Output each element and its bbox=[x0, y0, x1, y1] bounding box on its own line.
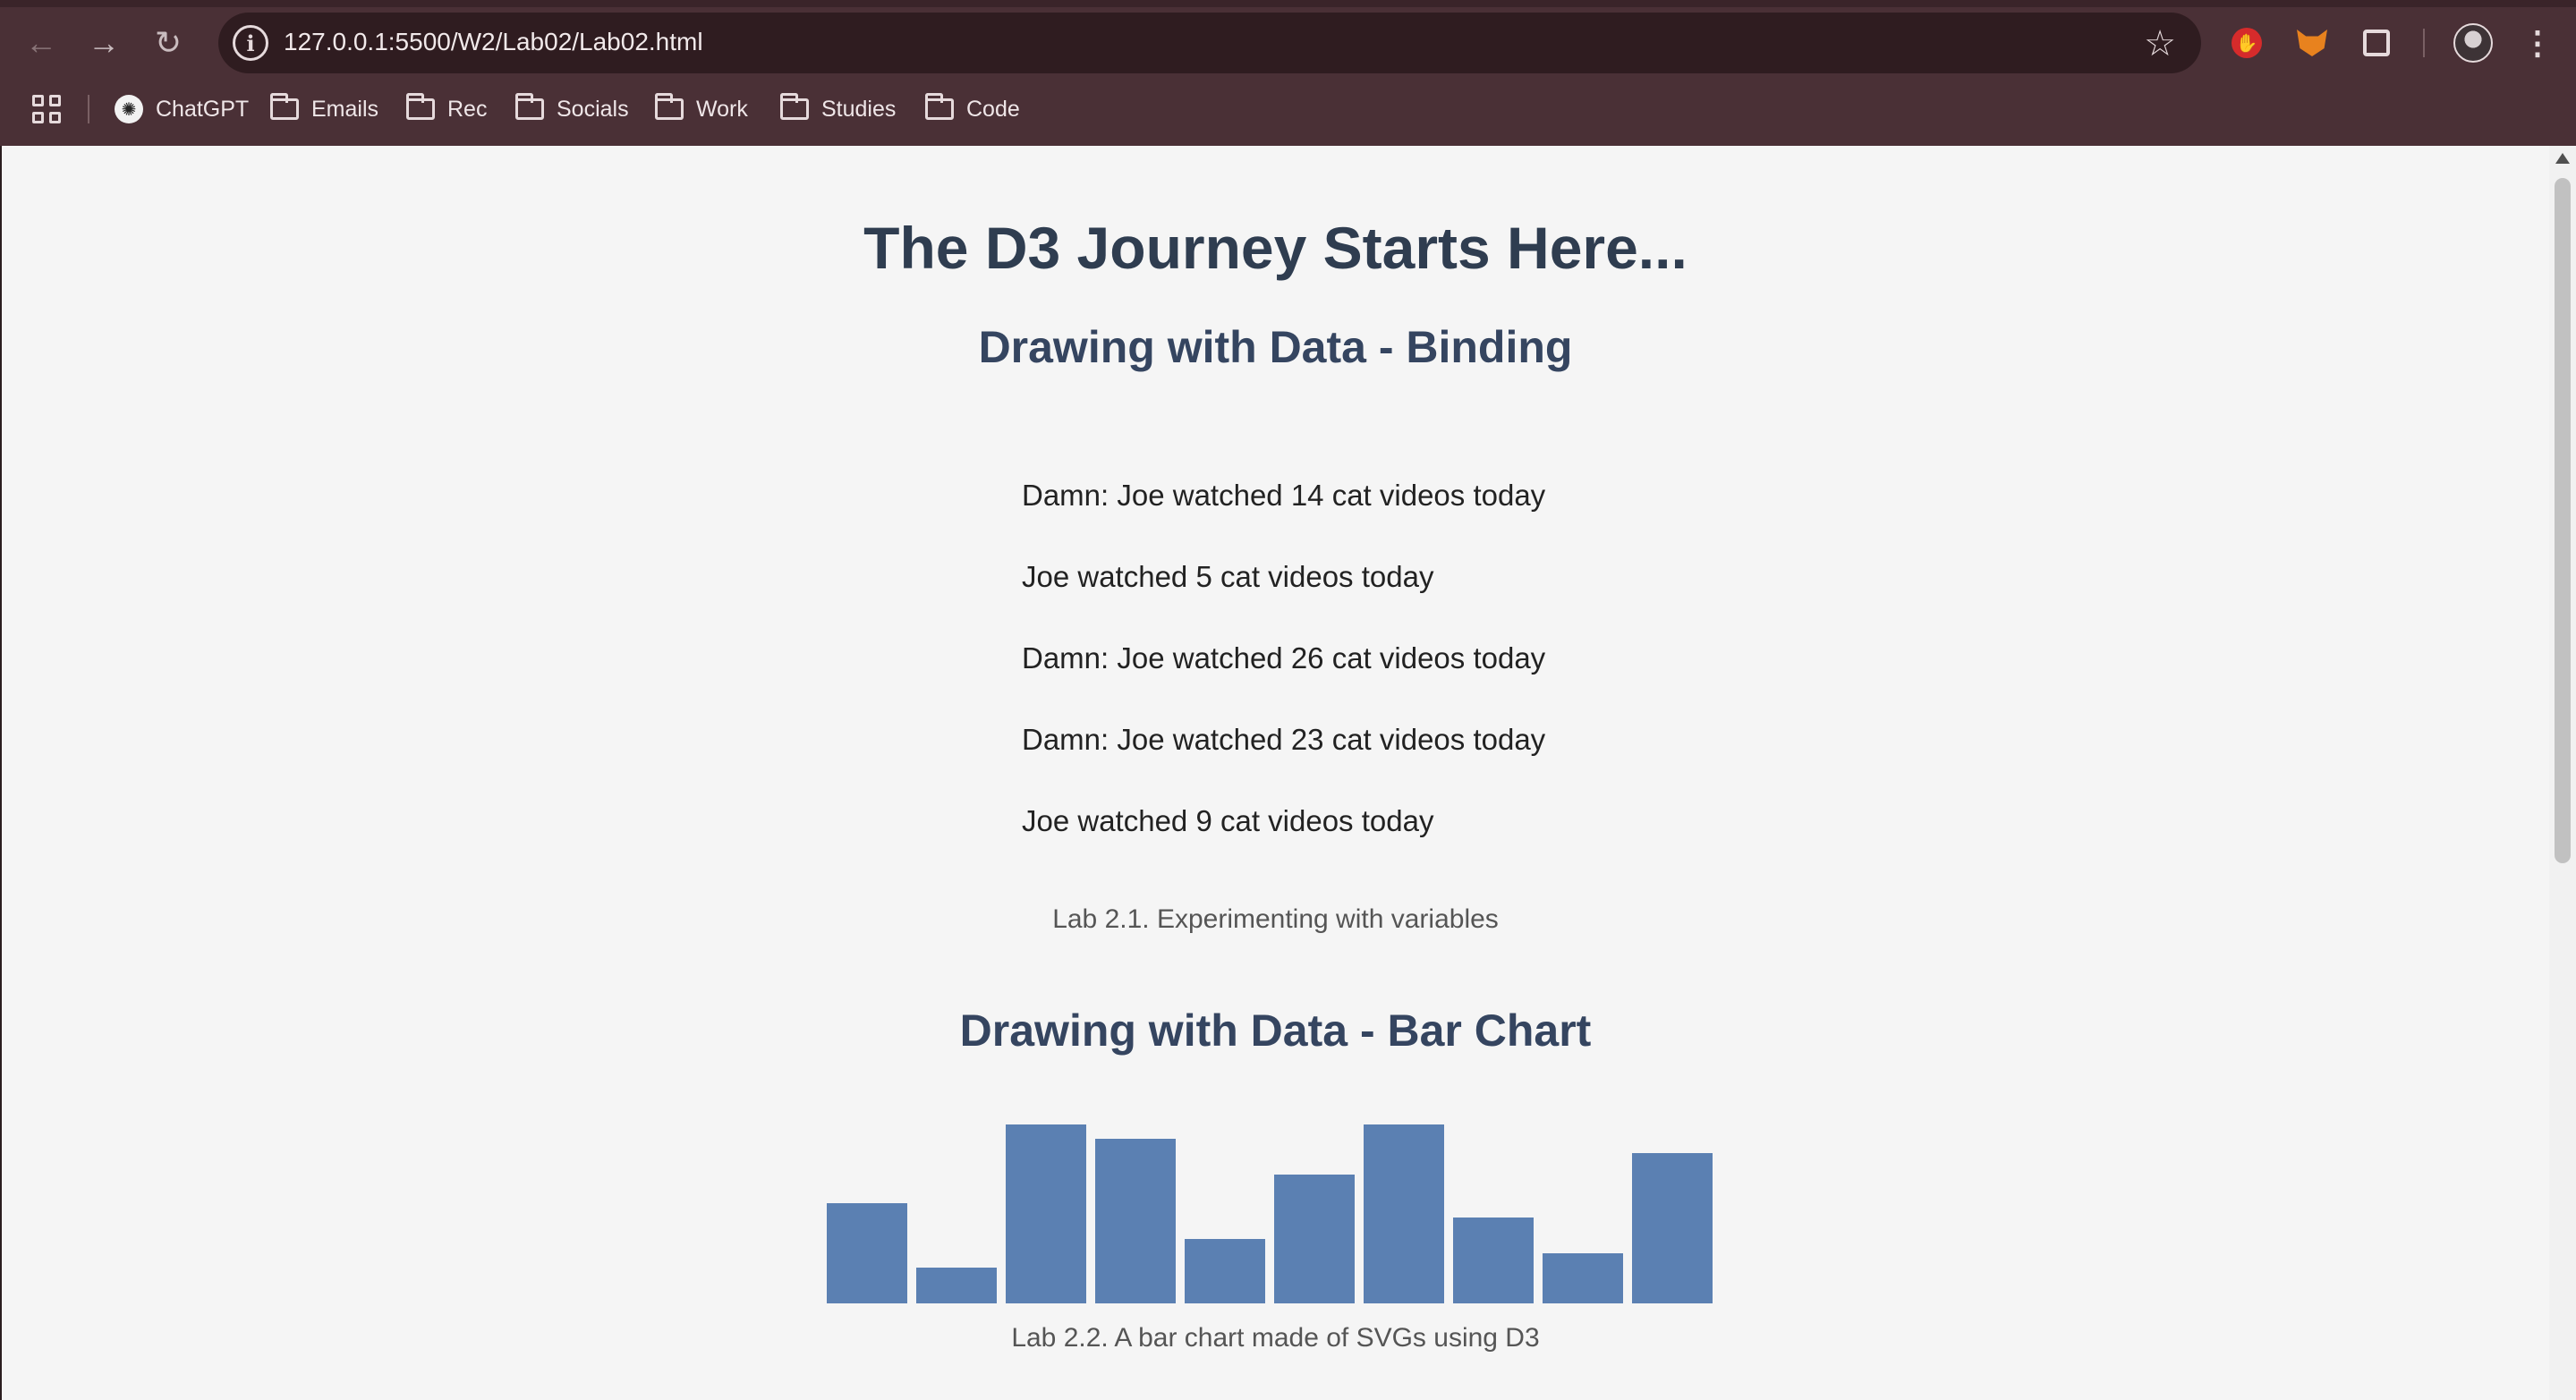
folder-icon bbox=[780, 93, 809, 120]
bar bbox=[916, 1268, 997, 1303]
arrow-left-icon: ← bbox=[25, 24, 57, 61]
bar bbox=[1543, 1253, 1623, 1303]
binding-line: Joe watched 9 cat videos today bbox=[1022, 804, 1434, 837]
bookmarks-divider bbox=[88, 95, 89, 123]
bookmark-label: Rec bbox=[447, 96, 488, 122]
binding-line: Damn: Joe watched 14 cat videos today bbox=[1022, 479, 1546, 512]
arrow-right-icon: → bbox=[88, 24, 120, 61]
bar bbox=[1274, 1175, 1355, 1303]
scrollbar-thumb[interactable] bbox=[2555, 178, 2571, 863]
extensions-button[interactable] bbox=[2353, 20, 2400, 66]
binding-line: Damn: Joe watched 26 cat videos today bbox=[1022, 641, 1546, 675]
fox-icon bbox=[2297, 30, 2327, 56]
bookmark-label: Socials bbox=[557, 96, 629, 122]
binding-output-list: Damn: Joe watched 14 cat videos today Jo… bbox=[1022, 475, 1827, 882]
bar bbox=[1095, 1139, 1176, 1303]
folder-icon bbox=[270, 93, 299, 120]
bar bbox=[1185, 1239, 1265, 1303]
reload-button[interactable]: ↻ bbox=[145, 20, 191, 66]
bookmark-star-icon[interactable]: ☆ bbox=[2144, 23, 2176, 64]
bookmark-folder-code[interactable]: Code bbox=[925, 91, 1020, 127]
bookmark-folder-socials[interactable]: Socials bbox=[515, 91, 629, 127]
browser-menu-button[interactable]: ⋮ bbox=[2520, 20, 2555, 66]
forward-button[interactable]: → bbox=[81, 20, 127, 66]
puzzle-icon bbox=[2363, 30, 2390, 56]
toolbar-divider bbox=[2423, 29, 2425, 57]
bookmark-folder-work[interactable]: Work bbox=[655, 91, 748, 127]
bar-chart-heading: Drawing with Data - Bar Chart bbox=[959, 1005, 1592, 1056]
bookmark-folder-emails[interactable]: Emails bbox=[270, 91, 378, 127]
browser-chrome: ← → ↻ i 127.0.0.1:5500/W2/Lab02/Lab02.ht… bbox=[0, 0, 2576, 146]
bar bbox=[1364, 1124, 1444, 1303]
page-viewport: The D3 Journey Starts Here... Drawing wi… bbox=[2, 146, 2549, 1400]
bookmark-label: Studies bbox=[821, 96, 897, 122]
bar-chart bbox=[827, 1124, 1713, 1303]
back-button[interactable]: ← bbox=[18, 20, 64, 66]
url-text[interactable]: 127.0.0.1:5500/W2/Lab02/Lab02.html bbox=[284, 28, 703, 56]
stop-hand-icon: ✋ bbox=[2232, 28, 2262, 58]
bookmark-label: Code bbox=[966, 96, 1020, 122]
folder-icon bbox=[406, 93, 435, 120]
bookmarks-bar: ✺ ChatGPT Emails Rec Socials Work Studie… bbox=[0, 82, 2576, 136]
page-title: The D3 Journey Starts Here... bbox=[863, 215, 1688, 281]
lab-2-2-caption: Lab 2.2. A bar chart made of SVGs using … bbox=[1011, 1323, 1540, 1353]
scroll-up-icon[interactable] bbox=[2555, 153, 2570, 164]
bookmark-folder-rec[interactable]: Rec bbox=[406, 91, 487, 127]
lab-2-1-caption: Lab 2.1. Experimenting with variables bbox=[1052, 904, 1499, 934]
bookmark-chatgpt[interactable]: ✺ ChatGPT bbox=[115, 91, 249, 127]
binding-line: Joe watched 5 cat videos today bbox=[1022, 560, 1434, 593]
reload-icon: ↻ bbox=[154, 24, 183, 61]
bookmark-label: ChatGPT bbox=[156, 96, 250, 122]
tab-strip bbox=[0, 0, 2576, 7]
bookmark-label: Emails bbox=[311, 96, 379, 122]
binding-line: Damn: Joe watched 23 cat videos today bbox=[1022, 723, 1546, 756]
extension-stop-button[interactable]: ✋ bbox=[2223, 20, 2270, 66]
bookmark-folder-studies[interactable]: Studies bbox=[780, 91, 896, 127]
extension-fox-button[interactable] bbox=[2289, 20, 2335, 66]
bar bbox=[1453, 1218, 1534, 1303]
site-info-icon[interactable]: i bbox=[233, 25, 268, 61]
bar bbox=[1632, 1153, 1713, 1303]
chatgpt-icon: ✺ bbox=[115, 95, 143, 123]
bar bbox=[827, 1203, 907, 1303]
bar bbox=[1006, 1124, 1086, 1303]
folder-icon bbox=[925, 93, 954, 120]
folder-icon bbox=[515, 93, 544, 120]
apps-grid-icon[interactable] bbox=[32, 95, 61, 123]
profile-avatar[interactable] bbox=[2453, 23, 2493, 63]
folder-icon bbox=[655, 93, 684, 120]
bookmark-label: Work bbox=[696, 96, 748, 122]
vertical-scrollbar[interactable] bbox=[2549, 146, 2576, 1400]
address-bar[interactable]: i 127.0.0.1:5500/W2/Lab02/Lab02.html ☆ bbox=[218, 13, 2201, 73]
binding-heading: Drawing with Data - Binding bbox=[978, 322, 1573, 372]
